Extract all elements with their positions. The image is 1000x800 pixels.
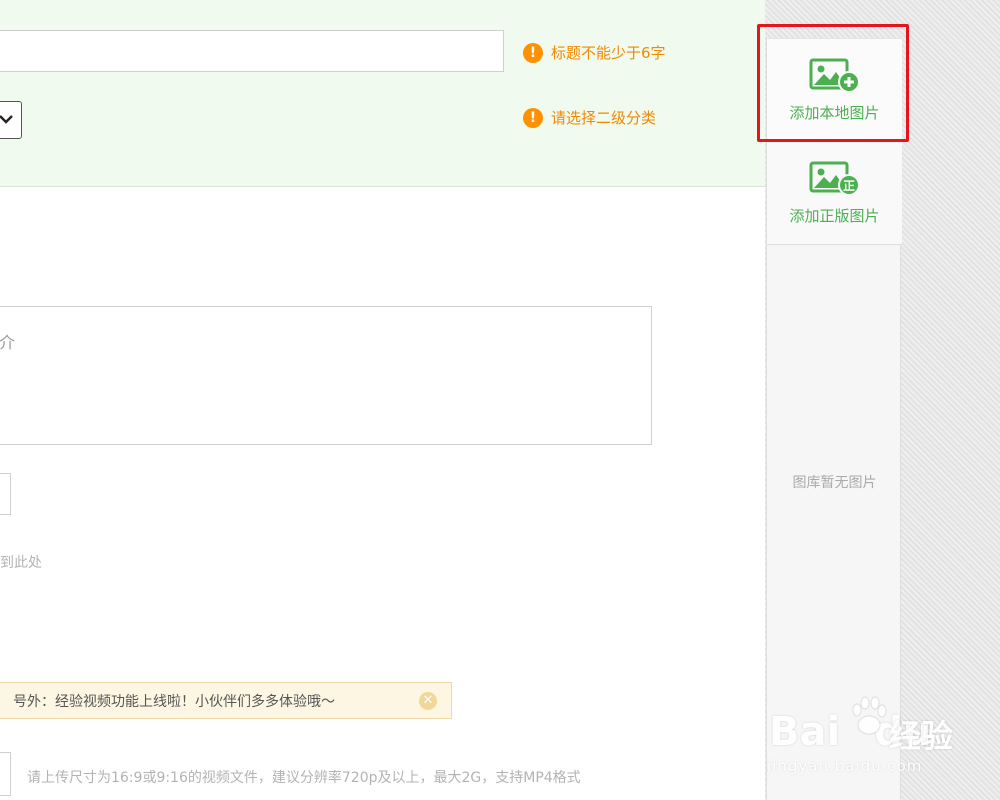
category-warning: ! 请选择二级分类 <box>523 107 656 128</box>
image-panel: 添加本地图片 正 添加正版图片 图库暂无图片 <box>766 38 902 800</box>
category-warning-text: 请选择二级分类 <box>551 109 657 127</box>
drop-hint: 到此处 <box>0 555 42 571</box>
paw-icon <box>852 696 887 735</box>
add-licensed-image-button[interactable]: 正 添加正版图片 <box>767 142 902 245</box>
add-licensed-image-label: 添加正版图片 <box>789 207 880 225</box>
video-notice-banner: 号外：经验视频功能上线啦！小伙伴们多多体验哦～ ✕ <box>0 682 452 719</box>
upload-hint: 请上传尺寸为16:9或9:16的视频文件，建议分辨率720p及以上，最大2G，支… <box>27 770 581 786</box>
title-warning: ! 标题不能少于6字 <box>523 42 666 63</box>
exclamation-icon: ! <box>523 107 543 128</box>
title-warning-text: 标题不能少于6字 <box>551 44 666 62</box>
exclamation-icon: ! <box>523 42 543 63</box>
editor-main: ! 标题不能少于6字 ! 请选择二级分类 介 到此处 号外：经验视频功能上线啦！… <box>0 0 765 800</box>
highlight-box <box>757 24 909 142</box>
video-upload-box[interactable] <box>0 752 11 796</box>
baidu-logo-left: Bai <box>769 709 841 755</box>
close-icon[interactable]: ✕ <box>419 691 437 710</box>
watermark-url: jingyan.baidu.com <box>767 757 923 775</box>
category-select[interactable] <box>0 101 22 139</box>
chevron-down-icon <box>0 115 13 124</box>
empty-gallery-text: 图库暂无图片 <box>792 475 877 491</box>
title-input[interactable] <box>0 30 504 72</box>
image-upload-box[interactable] <box>0 473 11 515</box>
description-textarea[interactable]: 介 <box>0 306 652 445</box>
notice-text: 号外：经验视频功能上线啦！小伙伴们多多体验哦～ <box>13 693 335 710</box>
basic-info-section: ! 标题不能少于6字 ! 请选择二级分类 <box>0 0 765 187</box>
licensed-image-icon: 正 <box>809 161 860 196</box>
svg-text:正: 正 <box>842 179 854 193</box>
baidu-watermark: Bai du 经验 jingyan.baidu.com <box>765 695 1000 785</box>
description-placeholder: 介 <box>0 333 16 352</box>
jingyan-text: 经验 <box>889 717 954 755</box>
